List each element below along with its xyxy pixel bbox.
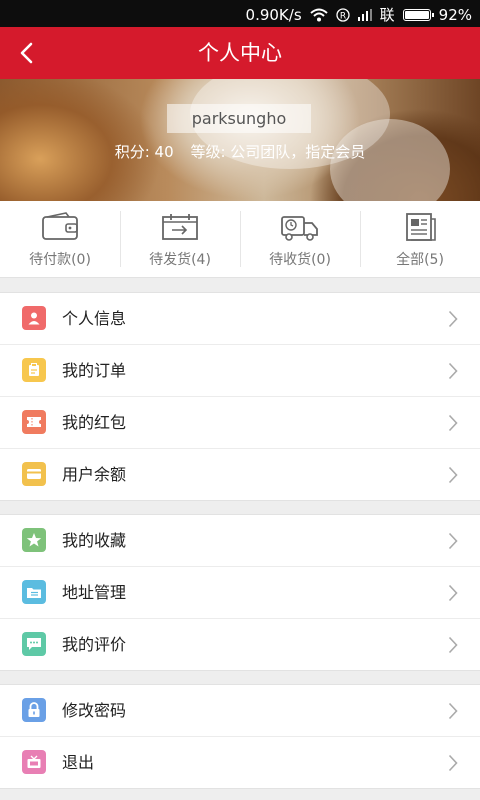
coupon-icon [22, 410, 46, 434]
order-status-bar: 待付款(0) 待发货(4) 待收货(0) 全部(5) [0, 201, 480, 278]
wifi-icon [309, 8, 328, 21]
user-info-icon [22, 306, 46, 330]
menu-item-label: 我的收藏 [62, 531, 127, 550]
order-status-label: 待付款(0) [29, 252, 91, 268]
chevron-right-icon [448, 466, 458, 484]
menu-item-favorites[interactable]: 我的收藏 [0, 515, 480, 566]
signal-icon [357, 8, 372, 21]
order-pending-receipt[interactable]: 待收货(0) [240, 201, 360, 277]
menu-item-label: 我的红包 [62, 413, 127, 432]
clipboard-icon [22, 358, 46, 382]
battery-percent: 92% [438, 5, 472, 24]
chevron-right-icon [448, 414, 458, 432]
battery-icon [402, 8, 434, 21]
chevron-right-icon [448, 754, 458, 772]
chevron-right-icon [448, 310, 458, 328]
points-label: 积分: 40 [114, 143, 174, 161]
menu-item-label: 地址管理 [62, 583, 127, 602]
battery-fill [404, 10, 429, 19]
order-status-label: 待发货(4) [149, 252, 211, 268]
chevron-right-icon [448, 362, 458, 380]
chevron-right-icon [448, 584, 458, 602]
order-all[interactable]: 全部(5) [360, 201, 480, 277]
menu-item-label: 用户余额 [62, 465, 127, 484]
status-bar-indicators: 0.90K/s R 联 92% [246, 4, 472, 25]
profile-banner: parksungho 积分: 40 等级: 公司团队，指定会员 [0, 79, 480, 201]
menu-group-account: 个人信息 我的订单 我的红包 用户余额 [0, 292, 480, 501]
address-folder-icon [22, 580, 46, 604]
lock-icon [22, 698, 46, 722]
menu-group-activity: 我的收藏 地址管理 我的评价 [0, 514, 480, 671]
menu-item-red-packets[interactable]: 我的红包 [0, 396, 480, 448]
order-pending-payment[interactable]: 待付款(0) [0, 201, 120, 277]
menu-item-reviews[interactable]: 我的评价 [0, 618, 480, 670]
registered-icon: R [335, 7, 350, 22]
member-level-label: 等级: 公司团队，指定会员 [190, 143, 366, 161]
star-icon [22, 528, 46, 552]
menu-item-personal-info[interactable]: 个人信息 [0, 293, 480, 344]
chevron-right-icon [448, 532, 458, 550]
card-icon [22, 462, 46, 486]
menu-item-label: 修改密码 [62, 701, 127, 720]
username: parksungho [167, 104, 311, 133]
order-pending-shipment[interactable]: 待发货(4) [120, 201, 240, 277]
menu-item-label: 个人信息 [62, 309, 127, 328]
menu-item-logout[interactable]: 退出 [0, 736, 480, 788]
carrier-label: 联 [379, 6, 395, 24]
network-speed: 0.90K/s [245, 5, 302, 24]
comment-icon [22, 632, 46, 656]
page-title: 个人中心 [198, 41, 282, 65]
menu-item-label: 我的评价 [62, 635, 127, 654]
chevron-right-icon [448, 636, 458, 654]
menu-item-change-password[interactable]: 修改密码 [0, 685, 480, 736]
app-header: 个人中心 [0, 27, 480, 79]
menu-group-security: 修改密码 退出 [0, 684, 480, 789]
menu-item-label: 我的订单 [62, 361, 127, 380]
svg-text:R: R [340, 11, 346, 21]
menu-item-label: 退出 [62, 753, 95, 772]
order-status-label: 全部(5) [396, 252, 444, 268]
menu-item-address[interactable]: 地址管理 [0, 566, 480, 618]
menu-item-my-orders[interactable]: 我的订单 [0, 344, 480, 396]
package-ship-icon [162, 214, 198, 240]
delivery-truck-icon [281, 216, 318, 241]
profile-meta: 积分: 40 等级: 公司团队，指定会员 [0, 141, 480, 162]
status-bar: 0.90K/s R 联 92% [0, 0, 480, 27]
wallet-icon [42, 212, 78, 240]
order-list-icon [406, 213, 436, 241]
chevron-right-icon [448, 702, 458, 720]
logout-tv-icon [22, 750, 46, 774]
menu-item-balance[interactable]: 用户余额 [0, 448, 480, 500]
order-status-label: 待收货(0) [269, 252, 331, 268]
